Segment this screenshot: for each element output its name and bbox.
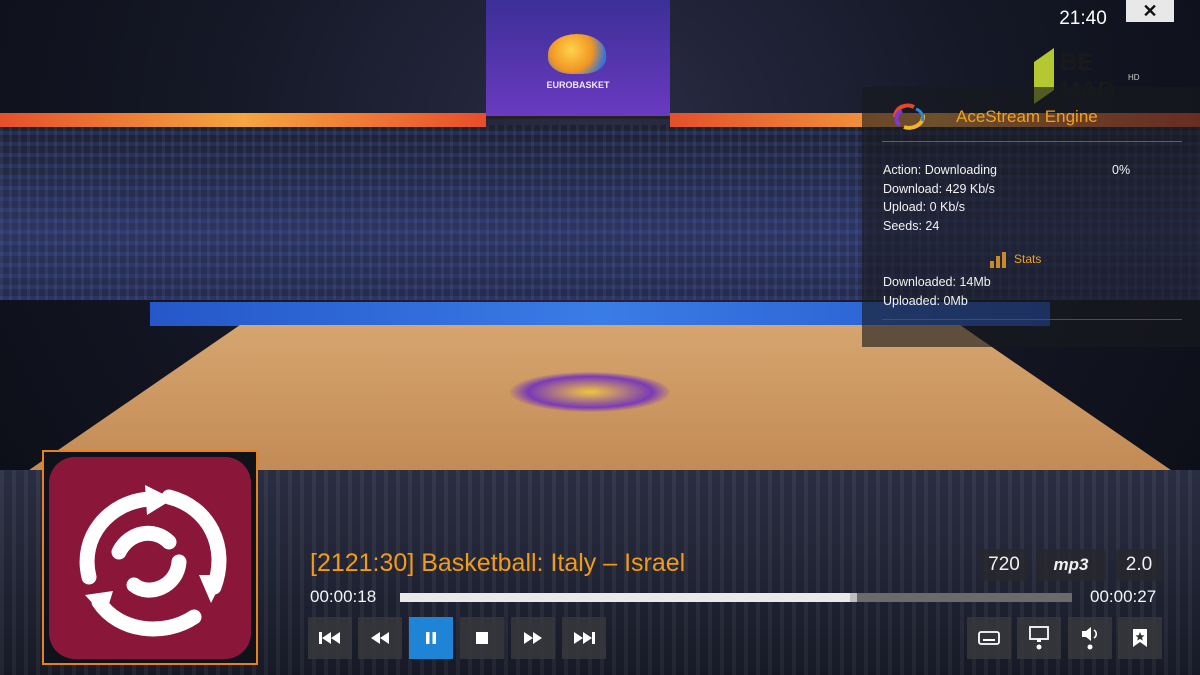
rewind-button[interactable] [358, 617, 402, 659]
stop-icon [476, 632, 488, 644]
fast-forward-icon [524, 632, 542, 644]
skip-forward-icon [574, 632, 595, 644]
channel-logo-icon [49, 457, 251, 659]
stats-heading: Stats [1014, 252, 1042, 266]
video-settings-button[interactable] [1017, 617, 1061, 659]
download-speed: 429 Kb/s [945, 182, 995, 196]
pause-button[interactable] [409, 617, 453, 659]
acestream-logo-icon [893, 103, 925, 130]
panel-divider [882, 141, 1182, 142]
audio-channels-badge: 2.0 [1116, 549, 1162, 581]
channel-icon-frame[interactable] [42, 450, 258, 665]
resolution-badge: 720 [980, 549, 1028, 581]
skip-back-button[interactable] [308, 617, 352, 659]
close-button[interactable]: ✕ [1126, 0, 1174, 22]
subtitles-icon [978, 631, 1000, 645]
stop-button[interactable] [460, 617, 504, 659]
bookmark-star-icon [1133, 629, 1147, 647]
audio-codec-badge: mp3 [1036, 549, 1106, 581]
download-row: Download: 429 Kb/s [883, 182, 995, 196]
download-label: Download: [883, 182, 943, 196]
seek-bar-played [400, 593, 851, 602]
upload-label: Upload: [883, 200, 927, 214]
svg-text:BE: BE [1060, 49, 1093, 76]
bookmark-button[interactable] [1118, 617, 1162, 659]
time-current: 00:00:18 [310, 587, 377, 606]
jumbotron-text: EUROBASKET [546, 80, 610, 90]
upload-row: Upload: 0 Kb/s [883, 200, 965, 214]
svg-text:HD: HD [1128, 73, 1140, 82]
audio-codec-label: mp3 [1053, 555, 1089, 574]
downloaded-row: Downloaded: 14Mb [883, 275, 991, 289]
fast-forward-button[interactable] [511, 617, 555, 659]
subtitles-button[interactable] [967, 617, 1011, 659]
panel-divider-bottom [882, 319, 1182, 320]
stats-chart-icon [990, 252, 1006, 268]
program-title: [2121:30] Basketball: Italy – Israel [310, 549, 686, 577]
eurobasket-logo [548, 34, 606, 74]
download-percent: 0% [1112, 163, 1131, 177]
skip-forward-button[interactable] [562, 617, 606, 659]
monitor-settings-icon [1029, 626, 1049, 650]
uploaded-row: Uploaded: 0Mb [883, 294, 968, 308]
speaker-settings-icon [1082, 627, 1098, 650]
rewind-icon [371, 632, 389, 644]
audio-settings-button[interactable] [1068, 617, 1112, 659]
clock: 21:40 [1059, 8, 1107, 29]
uploaded-label: Uploaded: [883, 294, 940, 308]
swirl-arrows-icon [79, 485, 227, 637]
skip-back-icon [319, 632, 340, 644]
center-court-logo [510, 372, 670, 412]
action-row: Action: Downloading [883, 163, 997, 177]
acestream-title: AceStream Engine [956, 107, 1098, 126]
downloaded-value: 14Mb [959, 275, 991, 289]
led-strip-left [0, 113, 486, 127]
seeds-count: 24 [925, 219, 940, 233]
pause-icon [426, 632, 436, 644]
action-label: Action: [883, 163, 922, 177]
upload-speed: 0 Kb/s [929, 200, 966, 214]
uploaded-value: 0Mb [943, 294, 968, 308]
arena-jumbotron: EUROBASKET [486, 0, 670, 119]
time-total: 00:00:27 [1090, 587, 1157, 606]
action-value: Downloading [924, 163, 997, 177]
acestream-info-panel: AceStream Engine Action: Downloading 0% … [862, 87, 1200, 347]
seek-bar[interactable] [400, 593, 1072, 602]
seeds-label: Seeds: [883, 219, 922, 233]
seeds-row: Seeds: 24 [883, 219, 939, 233]
downloaded-label: Downloaded: [883, 275, 956, 289]
